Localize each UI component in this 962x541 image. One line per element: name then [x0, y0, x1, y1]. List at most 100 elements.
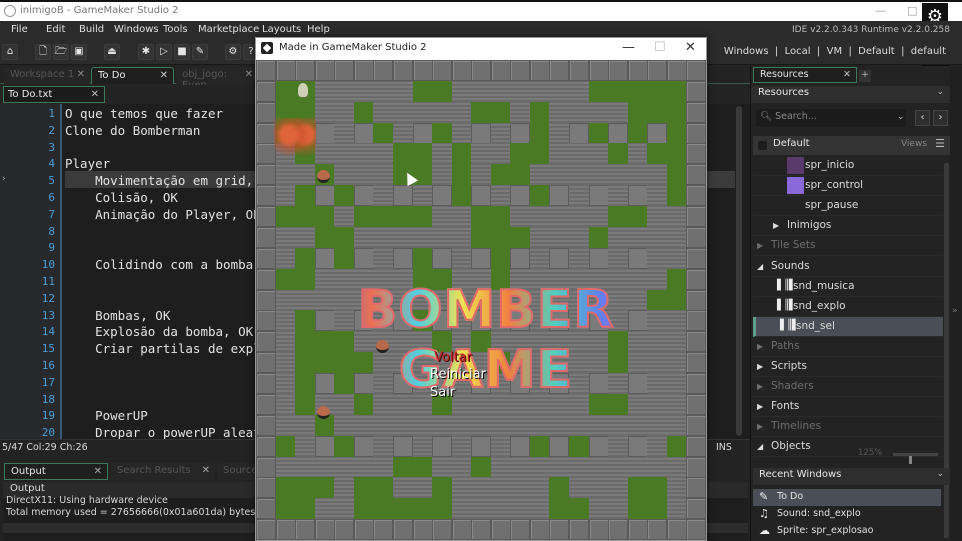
tree-item-snd-sel[interactable]: ▌║▌ snd_sel — [753, 316, 943, 337]
expand-arrow-icon[interactable]: ▶ — [773, 221, 779, 230]
zoom-slider[interactable] — [893, 453, 938, 464]
code-line[interactable]: Bombas, OK — [65, 308, 170, 323]
maximize-button[interactable]: □ — [907, 4, 917, 17]
menu-option-sair[interactable]: Sair — [430, 385, 455, 400]
menu-help[interactable]: Help — [307, 24, 330, 35]
zoom-slider-knob[interactable] — [908, 456, 912, 464]
chevron-down-icon[interactable]: ⌄ — [936, 469, 944, 479]
text-editor[interactable]: 1 2 3 4 5 6 7 8 9 10 11 12 13 14 15 16 17 18 19 20 › O que … — [0, 104, 256, 439]
stop-button[interactable]: ■ — [174, 44, 190, 60]
code-line[interactable]: Animação do Player, OK — [65, 207, 256, 222]
debug-button[interactable]: ✱ — [138, 44, 154, 60]
tree-item-spr-inicio[interactable]: spr_inicio — [753, 156, 943, 176]
save-project-button[interactable]: ▣ — [71, 44, 87, 60]
menu-file[interactable]: File — [11, 24, 28, 35]
collapse-arrow-icon[interactable]: ◢ — [757, 262, 763, 271]
tree-item-sounds[interactable]: ◢ Sounds — [753, 257, 943, 277]
menu-icon[interactable]: ☰ — [935, 137, 945, 150]
tab-obj-jogo-event[interactable]: obj_jogo: Even...✕ — [176, 67, 258, 91]
code-line[interactable]: Colisão, OK — [65, 190, 178, 205]
game-minimize-button[interactable]: — — [622, 40, 635, 55]
tab-search-results[interactable]: Search Results ✕ — [111, 463, 215, 480]
file-tab-todo-txt[interactable]: To Do.txt ✕ — [3, 86, 105, 103]
code-line[interactable]: Player — [65, 156, 110, 171]
recent-window-item[interactable]: ♫ Sound: snd_explo — [753, 506, 941, 523]
game-canvas[interactable]: BOMBER GAME Voltar Reiniciar Sair — [256, 60, 706, 540]
code-line[interactable]: O que temos que fazer — [65, 106, 223, 121]
game-maximize-button[interactable]: ☐ — [654, 40, 666, 55]
new-project-button[interactable]: 🗋 — [35, 44, 51, 60]
tile-brick — [451, 414, 472, 436]
expand-arrow-icon[interactable]: ▶ — [757, 422, 763, 431]
menu-build[interactable]: Build — [79, 24, 104, 35]
tree-item-timelines[interactable]: ▶ Timelines — [753, 417, 943, 438]
close-icon[interactable]: ✕ — [91, 89, 99, 100]
create-executable-button[interactable]: ⏏ — [104, 44, 120, 60]
expand-icon[interactable]: » — [952, 306, 958, 316]
resource-search-input[interactable]: 🔍︎ Search... — [756, 109, 906, 127]
search-placeholder: Search... — [775, 111, 817, 122]
chevron-down-icon[interactable]: ⌄ — [936, 87, 944, 97]
game-options-button[interactable]: ⚙ — [225, 44, 241, 60]
close-icon[interactable]: ✕ — [245, 69, 253, 80]
menu-option-reiniciar[interactable]: Reiniciar — [430, 367, 486, 382]
code-line[interactable]: Criar partilas de explosão — [65, 341, 256, 356]
close-icon[interactable]: ✕ — [202, 465, 210, 476]
menu-tools[interactable]: Tools — [163, 24, 188, 35]
close-icon[interactable]: ✕ — [77, 69, 85, 80]
menu-option-voltar[interactable]: Voltar — [434, 350, 472, 365]
minimize-button[interactable]: — — [875, 4, 886, 17]
resources-header[interactable]: Resources ⌄ — [751, 86, 950, 103]
game-window[interactable]: Made in GameMaker Studio 2 — ☐ ✕ BOMBER … — [255, 37, 707, 541]
code-line[interactable]: Colidindo com a bomba, OK — [65, 257, 256, 272]
tree-item-paths[interactable]: ▶ Paths — [753, 337, 943, 357]
tree-item-spr-control[interactable]: spr_control — [753, 176, 943, 197]
tab-resources[interactable]: Resources ✕ — [753, 67, 857, 83]
menu-layouts[interactable]: Layouts — [262, 24, 301, 35]
resource-group-bar[interactable]: Default Views ☰ — [753, 136, 950, 155]
expand-arrow-icon[interactable]: ▶ — [757, 382, 763, 391]
code-line[interactable]: Movimentação em grid, OK — [65, 173, 256, 188]
target-selector[interactable]: Windows | Local | VM | Default | default — [724, 46, 946, 57]
menu-edit[interactable]: Edit — [46, 24, 65, 35]
tree-item-inimigos[interactable]: ▶ Inimigos — [753, 216, 943, 237]
clean-button[interactable]: ✎ — [192, 44, 208, 60]
recent-window-item[interactable]: ✎ To Do — [753, 489, 941, 506]
tree-item-shaders[interactable]: ▶ Shaders — [753, 377, 943, 398]
recent-windows-scrollbar[interactable] — [944, 490, 949, 538]
close-icon[interactable]: ✕ — [94, 466, 102, 477]
recent-window-item[interactable]: ☁ Sprite: spr_explosao — [753, 523, 941, 540]
recent-windows-header[interactable]: Recent Windows ⌄ — [753, 468, 950, 485]
tree-item-tile-sets[interactable]: ▶ Tile Sets — [753, 236, 943, 257]
open-project-button[interactable]: 🗁 — [53, 44, 69, 60]
tab-to-do[interactable]: To Do ✕ — [91, 67, 174, 84]
nav-back-button[interactable]: ‹ — [915, 110, 930, 126]
tree-item-spr-pause[interactable]: spr_pause — [753, 196, 943, 217]
tab-workspace-1[interactable]: Workspace 1 ✕ — [4, 67, 90, 84]
menu-windows[interactable]: Windows — [114, 24, 159, 35]
expand-arrow-icon[interactable]: ▶ — [757, 241, 763, 250]
code-line[interactable]: Explosão da bomba, OK — [65, 324, 253, 339]
game-close-button[interactable]: ✕ — [685, 40, 696, 55]
tab-output[interactable]: Output ✕ — [4, 463, 108, 480]
run-button[interactable]: ▷ — [156, 44, 172, 60]
add-tab-button[interactable]: + — [859, 70, 871, 82]
expand-arrow-icon[interactable]: ▶ — [757, 402, 763, 411]
tree-item-snd-musica[interactable]: ▌║▌ snd_musica — [753, 277, 943, 297]
code-line[interactable]: PowerUP — [65, 408, 148, 423]
tree-item-snd-explo[interactable]: ▌║▌ snd_explo — [753, 297, 943, 317]
code-line[interactable]: Dropar o powerUP aleatoriamente — [65, 425, 256, 439]
close-icon[interactable]: ✕ — [160, 70, 168, 81]
expand-arrow-icon[interactable]: ▶ — [757, 362, 763, 371]
tree-item-fonts[interactable]: ▶ Fonts — [753, 397, 943, 418]
views-label[interactable]: Views — [901, 139, 927, 149]
close-icon[interactable]: ✕ — [843, 69, 851, 80]
nav-forward-button[interactable]: › — [933, 110, 948, 126]
chevron-down-icon[interactable]: ⌄ — [897, 112, 905, 122]
tree-item-scripts[interactable]: ▶ Scripts — [753, 357, 943, 377]
home-button[interactable]: ⌂ — [2, 44, 18, 60]
editor-scrollbar[interactable] — [736, 106, 742, 436]
code-line[interactable]: Clone do Bomberman — [65, 123, 200, 138]
expand-arrow-icon[interactable]: ▶ — [757, 342, 763, 351]
menu-marketplace[interactable]: Marketplace — [198, 24, 259, 35]
